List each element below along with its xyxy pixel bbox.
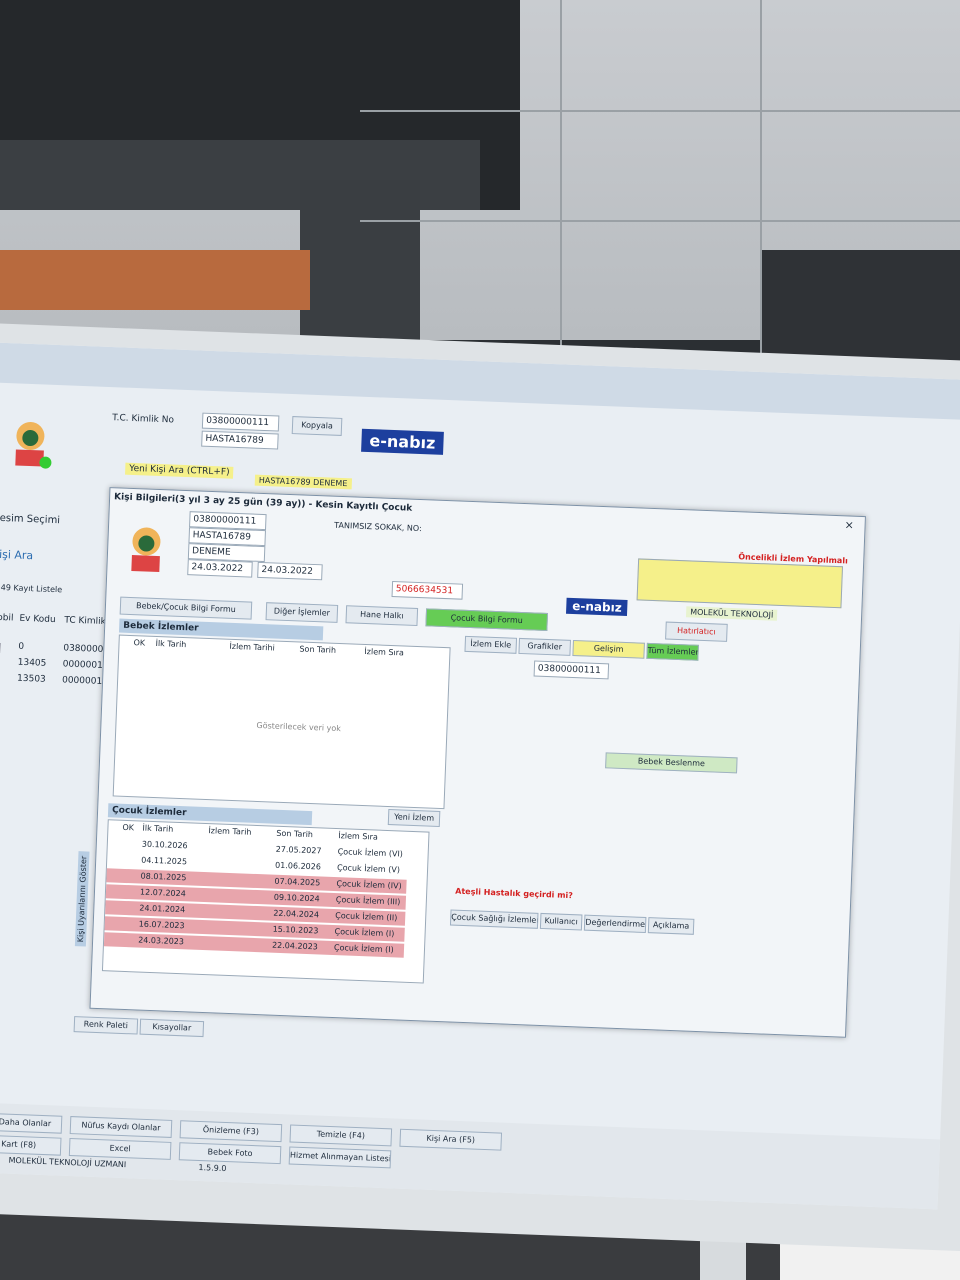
table-cell: 08.01.2025 <box>140 871 187 883</box>
address-text: TANIMSIZ SOKAK, NO: <box>334 520 422 534</box>
bebek-izlemler-list: OK İlk Tarih İzlem Tarihi Son Tarih İzle… <box>112 634 451 810</box>
table-cell: 22.04.2023 <box>271 940 319 952</box>
hasta-field[interactable]: HASTA16789 <box>201 430 279 450</box>
table-cell: 16.07.2023 <box>138 919 185 931</box>
cocuk-bilgi-green-button[interactable]: Çocuk Bilgi Formu <box>425 608 549 631</box>
table-cell: Çocuk İzlem (VI) <box>337 847 404 859</box>
cocuk-col: OK <box>122 822 135 833</box>
bebek-col: İzlem Tarihi <box>229 641 275 653</box>
orange-stripe <box>0 250 310 310</box>
tc-field[interactable]: 03800000111 <box>201 412 280 432</box>
photo-scene: Resim Seçimi Kişi Ara 1549 Kayıt Listele… <box>0 0 960 1280</box>
bebek-col: İlk Tarih <box>155 638 187 650</box>
kopyala-button[interactable]: Kopyala <box>291 416 343 436</box>
table-cell: 24.03.2023 <box>137 935 185 947</box>
wall-dark <box>300 180 420 340</box>
taskbar-item[interactable]: Yolusu Daha Olanlar <box>0 1111 63 1134</box>
patient-tab[interactable]: HASTA16789 DENEME <box>254 474 352 490</box>
table-cell: Çocuk İzlem (I) <box>333 943 394 955</box>
kisayollar-button[interactable]: Kısayollar <box>139 1018 205 1038</box>
tab-cocuk-sagligi[interactable]: Çocuk Sağlığı İzlemleri <box>449 909 539 929</box>
warning-text: Ateşli Hastalık geçirdi mi? <box>455 886 574 901</box>
table-cell: 15.10.2023 <box>272 924 319 936</box>
ceiling-grid <box>360 110 960 112</box>
dialog-enabiz-logo: e-nabız <box>566 597 629 617</box>
kisi-ara-label: Kişi Ara <box>0 547 34 563</box>
person-info-dialog: Kişi Bilgileri(3 yıl 3 ay 25 gün (39 ay)… <box>89 487 866 1038</box>
tab-degerlendirme[interactable]: Değerlendirme <box>583 914 647 933</box>
table-cell: 09.10.2024 <box>273 892 320 904</box>
grid-cell: 13503 <box>16 673 46 685</box>
tab-hane-halki[interactable]: Hane Halkı <box>345 605 419 627</box>
bebek-col: Son Tarih <box>299 644 337 655</box>
table-cell: Çocuk İzlem (III) <box>335 895 401 907</box>
cocuk-col: İzlem Tarih <box>208 826 252 837</box>
tab-aciklama[interactable]: Açıklama <box>647 917 695 935</box>
child-avatar-icon <box>121 519 171 577</box>
table-cell: 22.04.2024 <box>273 908 320 920</box>
cocuk-col: İlk Tarih <box>142 823 174 834</box>
empty-text: Gösterilecek veri yok <box>256 720 342 734</box>
table-cell: 30.10.2026 <box>141 839 188 851</box>
grid-header-evkodu: Ev Kodu <box>19 613 56 626</box>
yellow-note-box <box>636 558 844 609</box>
bebek-col: OK <box>133 638 146 648</box>
tab-diger-islemler[interactable]: Diğer İşlemler <box>265 602 339 623</box>
tc-label: T.C. Kimlik No <box>111 413 175 426</box>
cocuk-izlemler-list: OK İlk Tarih İzlem Tarih Son Tarih İzlem… <box>101 819 430 984</box>
tab-bebek-form[interactable]: Bebek/Çocuk Bilgi Formu <box>119 596 253 620</box>
tab-kullanici[interactable]: Kullanıcı <box>539 912 583 931</box>
renk-paleti-button[interactable]: Renk Paleti <box>73 1016 139 1035</box>
yeni-izlem-button[interactable]: Yeni İzlem <box>387 809 441 828</box>
table-cell: 01.06.2026 <box>274 860 322 872</box>
taskbar-item[interactable]: Hizmet Alınmayan Listesi <box>288 1146 392 1169</box>
resim-secimi-label[interactable]: Resim Seçimi <box>0 513 60 527</box>
child-avatar-icon <box>5 413 55 471</box>
tab-izlem-ekle[interactable]: İzlem Ekle <box>464 635 518 654</box>
footer-version: 1.5.9.0 <box>198 1162 227 1174</box>
table-cell: Çocuk İzlem (II) <box>335 911 398 923</box>
taskbar-item[interactable]: Excel <box>68 1138 172 1160</box>
dialog-birth-field[interactable]: 24.03.2022 <box>187 559 253 578</box>
anne-tc-field[interactable]: 03800000111 <box>533 660 610 680</box>
table-cell: Çocuk İzlem (I) <box>334 927 395 939</box>
dialog-title: Kişi Bilgileri(3 yıl 3 ay 25 gün (39 ay)… <box>113 492 413 514</box>
kisi-uyarilari-label[interactable]: Kişi Uyarılarını Göster <box>74 851 90 947</box>
ceiling-grid <box>760 0 762 360</box>
dialog-birth-field-2[interactable]: 24.03.2022 <box>257 561 323 581</box>
bebek-col: İzlem Sıra <box>364 646 405 658</box>
monitor-screen: Resim Seçimi Kişi Ara 1549 Kayıt Listele… <box>0 342 960 1210</box>
ceiling-grid <box>560 0 562 360</box>
taskbar-item[interactable]: Kişi Ara (F5) <box>399 1128 503 1151</box>
bebek-beslenme-button[interactable]: Bebek Beslenme <box>605 752 738 774</box>
taskbar-item[interactable]: Bebek Foto <box>178 1142 282 1165</box>
cocuk-col: İzlem Sıra <box>338 831 378 842</box>
taskbar-item[interactable]: Temizle (F4) <box>289 1124 393 1147</box>
grid-cell: 0 <box>18 641 25 652</box>
table-cell: Çocuk İzlem (V) <box>336 863 401 875</box>
grid-cell: 13405 <box>17 657 47 669</box>
tab-grafikler[interactable]: Grafikler <box>518 637 571 656</box>
cocuk-col: Son Tarih <box>276 828 314 840</box>
hatirlatici-button[interactable]: Hatırlatıcı <box>665 621 728 642</box>
table-cell: 07.04.2025 <box>274 876 321 888</box>
ceiling-grid <box>360 220 960 222</box>
taskbar-item[interactable]: Önizleme (F3) <box>179 1120 283 1143</box>
phone-field[interactable]: 5066634531 <box>391 580 464 600</box>
tab-gelisim[interactable]: Gelişim <box>572 639 645 659</box>
grid-header-mobil: Mobil <box>0 612 14 624</box>
kurum-label: MOLEKÜL TEKNOLOJİ <box>685 606 778 621</box>
table-cell: 04.11.2025 <box>141 855 188 867</box>
list-count: 1549 Kayıt Listele <box>0 582 63 595</box>
table-cell: 24.01.2024 <box>139 903 186 915</box>
table-cell: 27.05.2027 <box>275 844 322 856</box>
tab-tum-izlemler[interactable]: Tüm İzlemler <box>646 642 699 661</box>
table-cell: 12.07.2024 <box>139 887 186 899</box>
kisi-ara-ctrl[interactable]: Yeni Kişi Ara (CTRL+F) <box>125 462 234 479</box>
table-cell: Çocuk İzlem (IV) <box>336 879 402 891</box>
enabiz-logo: e-nabız <box>361 428 444 455</box>
close-icon[interactable]: × <box>844 518 854 531</box>
taskbar-item[interactable]: Nüfus Kaydı Olanlar <box>69 1116 173 1138</box>
taskbar-item[interactable]: EFT Kart (F8) <box>0 1133 62 1156</box>
